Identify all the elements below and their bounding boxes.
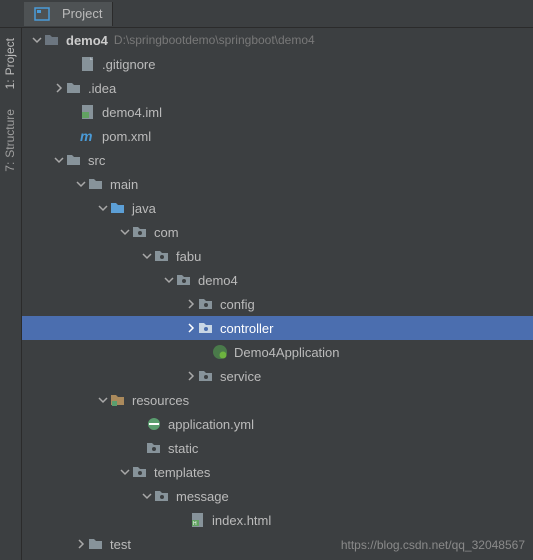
side-tab-prefix: 1: (3, 79, 17, 89)
tree-row-package-selected[interactable]: controller (22, 316, 533, 340)
chevron-down-icon[interactable] (118, 225, 132, 239)
package-icon (132, 224, 148, 240)
project-icon (34, 6, 50, 22)
chevron-down-icon[interactable] (96, 201, 110, 215)
tree-path: D:\springbootdemo\springboot\demo4 (114, 33, 315, 47)
tree-label: demo4 (198, 273, 238, 288)
tree-row-class[interactable]: Demo4Application (22, 340, 533, 364)
tree-label: static (168, 441, 198, 456)
tree-label: src (88, 153, 105, 168)
tree-row-folder[interactable]: static (22, 436, 533, 460)
tree-label: index.html (212, 513, 271, 528)
tree-label: .gitignore (102, 57, 155, 72)
chevron-down-icon[interactable] (52, 153, 66, 167)
chevron-down-icon[interactable] (140, 489, 154, 503)
package-icon (132, 464, 148, 480)
chevron-right-icon[interactable] (184, 369, 198, 383)
package-icon (154, 488, 170, 504)
folder-icon (66, 152, 82, 168)
chevron-down-icon[interactable] (30, 33, 44, 47)
source-folder-icon (110, 200, 126, 216)
tree-row-file[interactable]: demo4.iml (22, 100, 533, 124)
tree-row-file[interactable]: index.html (22, 508, 533, 532)
side-tab-strip: 1: Project 7: Structure (0, 28, 22, 560)
tree-row-folder[interactable]: message (22, 484, 533, 508)
html-file-icon (190, 512, 206, 528)
tree-row-folder[interactable]: java (22, 196, 533, 220)
side-tab-prefix: 7: (3, 162, 17, 172)
tree-label: test (110, 537, 131, 552)
package-icon (198, 296, 214, 312)
chevron-right-icon[interactable] (184, 321, 198, 335)
tree-label: resources (132, 393, 189, 408)
tree-label: .idea (88, 81, 116, 96)
project-tree[interactable]: demo4 D:\springbootdemo\springboot\demo4… (22, 28, 533, 560)
tree-row-folder[interactable]: src (22, 148, 533, 172)
tree-row-package[interactable]: com (22, 220, 533, 244)
yml-file-icon (146, 416, 162, 432)
project-tab[interactable]: Project (24, 2, 113, 26)
tree-row-file[interactable]: .gitignore (22, 52, 533, 76)
iml-file-icon (80, 104, 96, 120)
module-icon (44, 32, 60, 48)
tree-label: main (110, 177, 138, 192)
side-tab-label: Structure (3, 109, 17, 158)
package-icon (176, 272, 192, 288)
chevron-right-icon[interactable] (52, 81, 66, 95)
chevron-down-icon[interactable] (74, 177, 88, 191)
package-icon (198, 368, 214, 384)
tree-row-folder[interactable]: .idea (22, 76, 533, 100)
chevron-down-icon[interactable] (140, 249, 154, 263)
chevron-down-icon[interactable] (118, 465, 132, 479)
tree-label: java (132, 201, 156, 216)
folder-icon (66, 80, 82, 96)
watermark-text: https://blog.csdn.net/qq_32048567 (341, 538, 525, 552)
tree-label: controller (220, 321, 273, 336)
chevron-down-icon[interactable] (96, 393, 110, 407)
side-tab-project[interactable]: 1: Project (0, 28, 20, 99)
file-icon (80, 56, 96, 72)
side-tab-label: Project (3, 38, 17, 75)
tree-label: Demo4Application (234, 345, 340, 360)
tree-label: message (176, 489, 229, 504)
tree-label: pom.xml (102, 129, 151, 144)
tree-row-package[interactable]: service (22, 364, 533, 388)
tree-row-package[interactable]: config (22, 292, 533, 316)
package-icon (198, 320, 214, 336)
tree-row-file[interactable]: pom.xml (22, 124, 533, 148)
package-icon (146, 440, 162, 456)
chevron-down-icon[interactable] (162, 273, 176, 287)
tool-window-tab-bar: Project (0, 0, 533, 28)
folder-icon (88, 536, 104, 552)
tree-row-root[interactable]: demo4 D:\springbootdemo\springboot\demo4 (22, 28, 533, 52)
tree-row-folder[interactable]: templates (22, 460, 533, 484)
tree-row-package[interactable]: demo4 (22, 268, 533, 292)
tree-row-package[interactable]: fabu (22, 244, 533, 268)
resources-folder-icon (110, 392, 126, 408)
maven-icon (80, 128, 96, 144)
tree-row-folder[interactable]: resources (22, 388, 533, 412)
package-icon (154, 248, 170, 264)
tree-label: fabu (176, 249, 201, 264)
tree-label: application.yml (168, 417, 254, 432)
chevron-right-icon[interactable] (74, 537, 88, 551)
chevron-right-icon[interactable] (184, 297, 198, 311)
tab-label: Project (62, 6, 102, 21)
folder-icon (88, 176, 104, 192)
spring-boot-icon (212, 344, 228, 360)
tree-row-folder[interactable]: main (22, 172, 533, 196)
tree-row-file[interactable]: application.yml (22, 412, 533, 436)
tree-label: com (154, 225, 179, 240)
tree-label: service (220, 369, 261, 384)
tree-label: config (220, 297, 255, 312)
tree-label: demo4 (66, 33, 108, 48)
side-tab-structure[interactable]: 7: Structure (0, 99, 20, 182)
tree-label: templates (154, 465, 210, 480)
tree-label: demo4.iml (102, 105, 162, 120)
